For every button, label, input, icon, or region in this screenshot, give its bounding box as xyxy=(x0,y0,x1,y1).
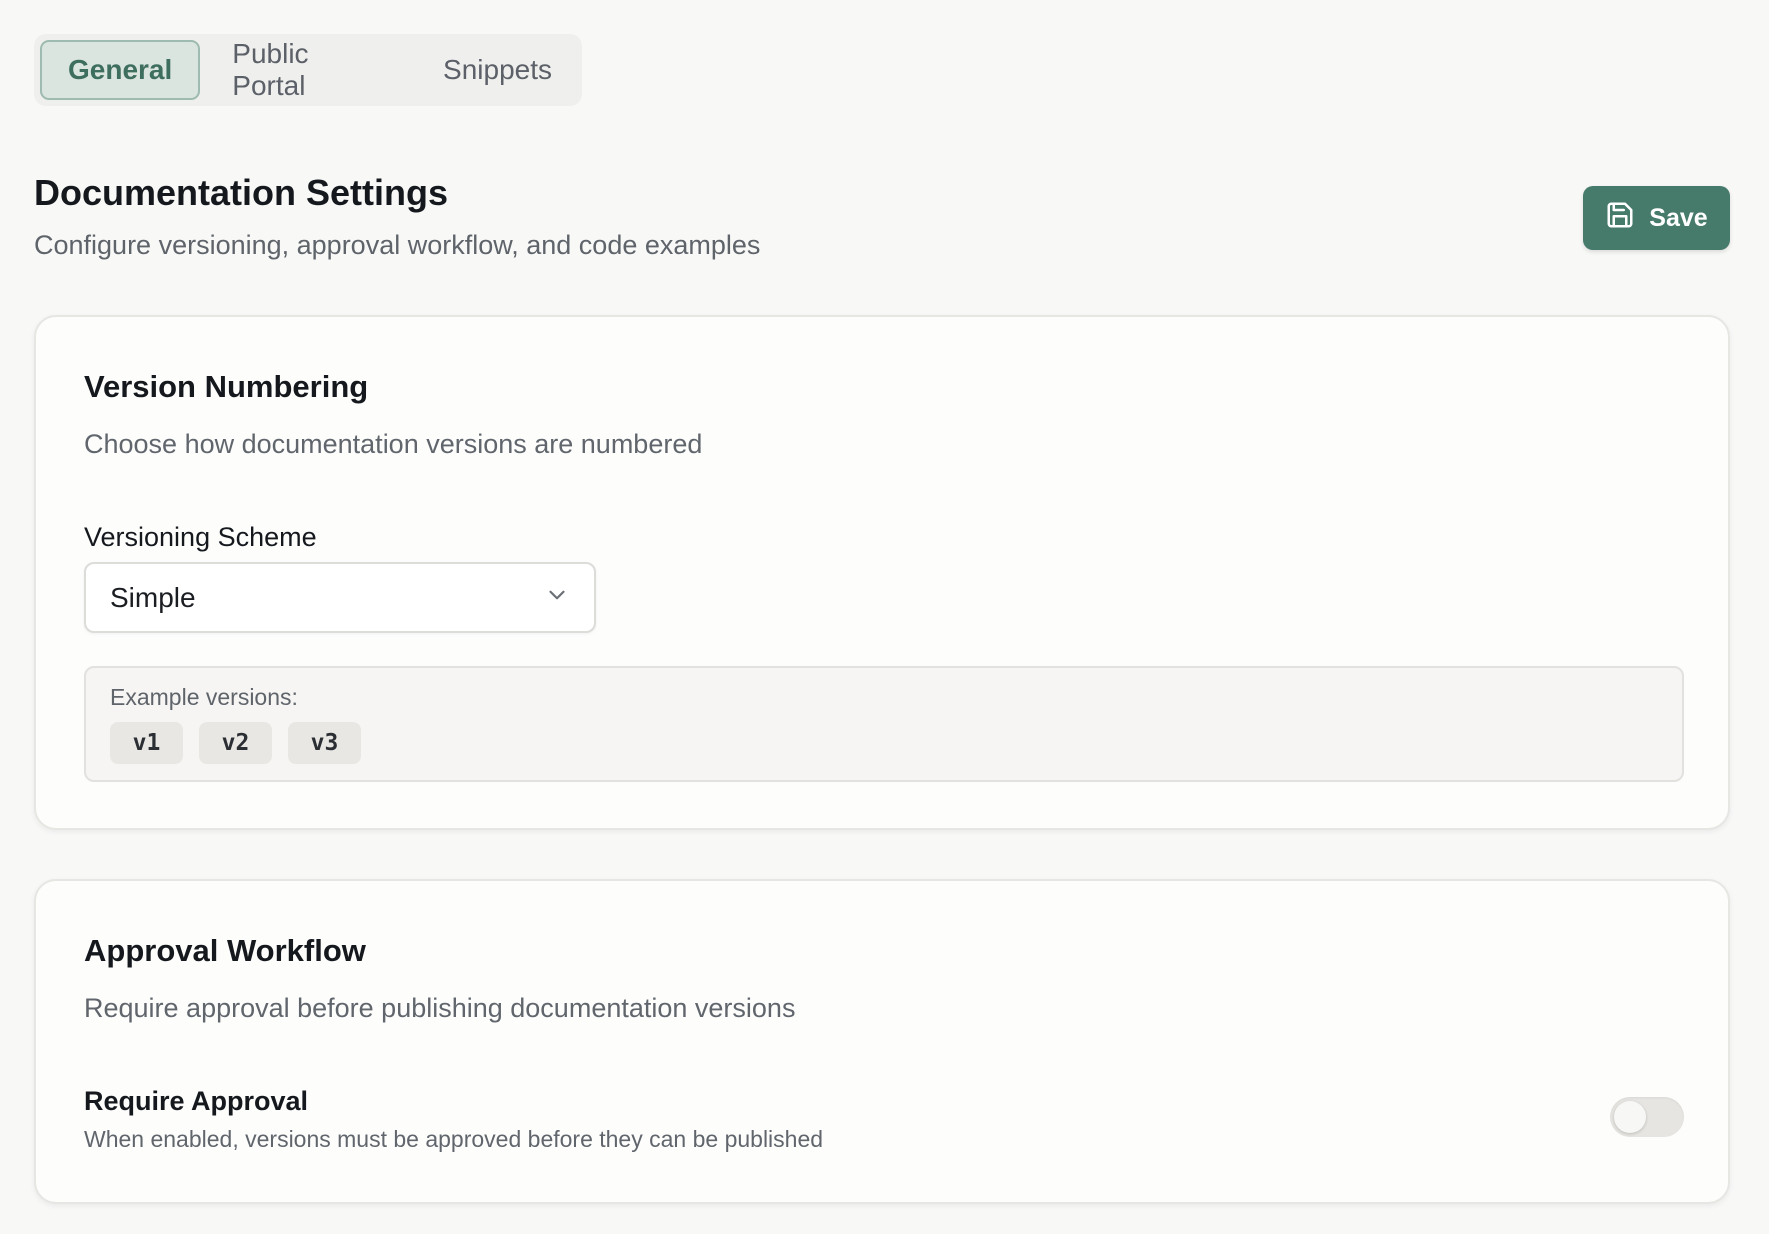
example-versions-box: Example versions: v1 v2 v3 xyxy=(84,666,1684,782)
save-button[interactable]: Save xyxy=(1583,186,1730,250)
versioning-scheme-value: Simple xyxy=(110,581,196,613)
version-chip: v1 xyxy=(110,722,183,764)
tab-snippets[interactable]: Snippets xyxy=(419,40,576,100)
version-chip: v2 xyxy=(199,722,272,764)
require-approval-toggle[interactable] xyxy=(1610,1097,1684,1137)
chevron-down-icon xyxy=(544,582,570,613)
example-versions-label: Example versions: xyxy=(110,684,298,710)
versioning-scheme-select[interactable]: Simple xyxy=(84,562,596,633)
version-numbering-card: Version Numbering Choose how documentati… xyxy=(34,315,1730,830)
require-approval-description: When enabled, versions must be approved … xyxy=(84,1126,824,1152)
save-button-label: Save xyxy=(1649,203,1708,232)
card-title-version-numbering: Version Numbering xyxy=(84,369,369,404)
save-icon xyxy=(1605,200,1635,237)
tab-general[interactable]: General xyxy=(40,40,201,100)
version-chip: v3 xyxy=(288,722,361,764)
toggle-knob xyxy=(1614,1101,1646,1133)
settings-tabs: General Public Portal Snippets xyxy=(34,34,582,106)
card-description-approval-workflow: Require approval before publishing docum… xyxy=(84,993,796,1023)
page-subtitle: Configure versioning, approval workflow,… xyxy=(34,230,761,260)
tab-public-portal[interactable]: Public Portal xyxy=(208,38,411,101)
card-title-approval-workflow: Approval Workflow xyxy=(84,933,366,968)
page-title: Documentation Settings xyxy=(34,172,449,213)
example-versions-list: v1 v2 v3 xyxy=(110,722,361,764)
versioning-scheme-label: Versioning Scheme xyxy=(84,522,317,552)
require-approval-label: Require Approval xyxy=(84,1086,309,1116)
card-description-version-numbering: Choose how documentation versions are nu… xyxy=(84,429,703,459)
approval-workflow-card: Approval Workflow Require approval befor… xyxy=(34,879,1730,1204)
